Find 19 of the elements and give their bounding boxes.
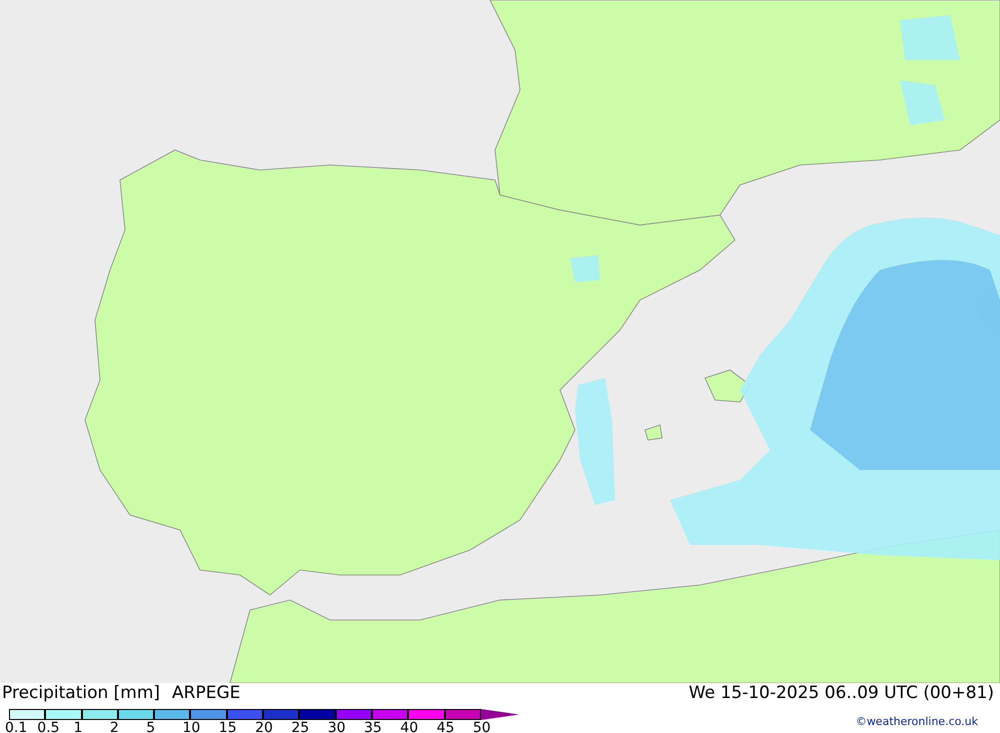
copyright-link[interactable]: ©weatheronline.co.uk <box>856 716 978 727</box>
legend-label: 35 <box>364 721 382 733</box>
legend-label: 30 <box>328 721 346 733</box>
legend-label: 50 <box>472 721 491 733</box>
legend-label: 2 <box>110 721 119 733</box>
legend-label: 10 <box>182 721 200 733</box>
map-title: Precipitation [mm] <box>2 685 160 702</box>
legend-label: 0.5 <box>37 721 60 733</box>
legend-label: 25 <box>291 721 310 733</box>
legend-label: 0.1 <box>5 721 28 733</box>
legend-label: 5 <box>146 721 156 733</box>
legend-label: 15 <box>218 721 237 733</box>
legend-label: 20 <box>255 721 273 733</box>
legend-label: 1 <box>74 721 83 733</box>
legend-label: 45 <box>436 721 454 733</box>
legend-label: 40 <box>400 721 418 733</box>
valid-time: We 15-10-2025 06..09 UTC (00+81) <box>688 685 994 702</box>
legend-arrow-icon <box>480 709 519 720</box>
model-name: ARPEGE <box>172 685 240 702</box>
